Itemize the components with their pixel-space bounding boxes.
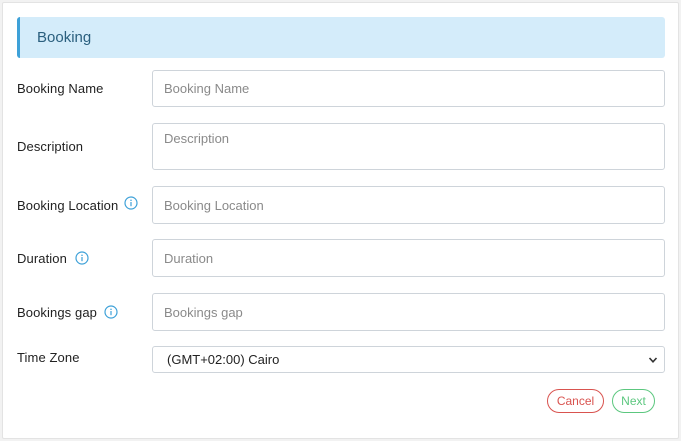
booking-form-card: Booking Booking Name Description Booking… xyxy=(2,2,679,439)
time-zone-row: Time Zone (GMT+02:00) Cairo xyxy=(17,346,665,373)
booking-location-row: Booking Location xyxy=(17,186,665,224)
duration-input[interactable] xyxy=(152,239,665,277)
booking-location-label: Booking Location xyxy=(17,198,119,213)
time-zone-select[interactable]: (GMT+02:00) Cairo xyxy=(152,346,665,373)
cancel-button[interactable]: Cancel xyxy=(547,389,604,413)
description-row: Description xyxy=(17,123,665,170)
booking-name-row: Booking Name xyxy=(17,70,665,107)
time-zone-label: Time Zone xyxy=(17,350,80,365)
time-zone-selected-value: (GMT+02:00) Cairo xyxy=(167,352,280,367)
info-icon[interactable] xyxy=(75,251,89,265)
bookings-gap-input[interactable] xyxy=(152,293,665,331)
duration-label: Duration xyxy=(17,251,67,266)
description-textarea[interactable] xyxy=(152,123,665,170)
section-header: Booking xyxy=(17,17,665,58)
duration-row: Duration xyxy=(17,239,665,277)
bookings-gap-label: Bookings gap xyxy=(17,305,97,320)
section-title: Booking xyxy=(37,29,92,46)
booking-location-input[interactable] xyxy=(152,186,665,224)
info-icon[interactable] xyxy=(124,196,138,210)
next-button[interactable]: Next xyxy=(612,389,655,413)
bookings-gap-row: Bookings gap xyxy=(17,293,665,331)
description-label: Description xyxy=(17,139,84,154)
info-icon[interactable] xyxy=(104,305,118,319)
chevron-down-icon xyxy=(648,357,658,363)
booking-name-label: Booking Name xyxy=(17,81,104,96)
booking-name-input[interactable] xyxy=(152,70,665,107)
